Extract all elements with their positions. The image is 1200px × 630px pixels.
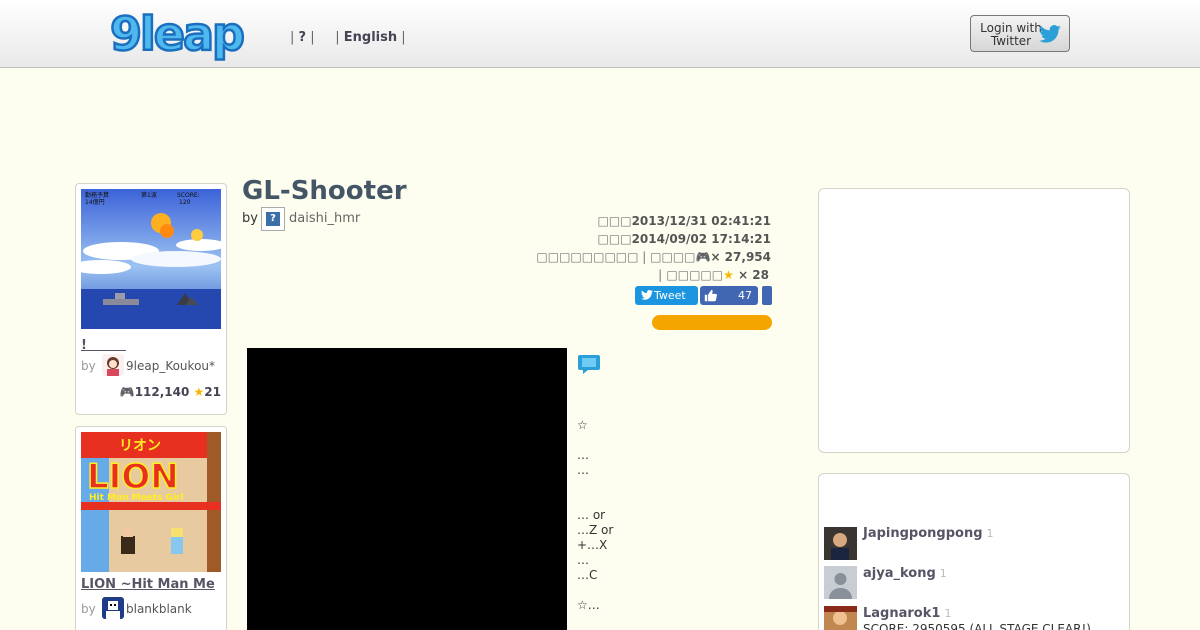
related-game-title-link[interactable]: ! [81,334,126,353]
description-line: …Z or [577,523,614,537]
by-label: by [81,359,96,373]
stat-sep: | [638,250,651,264]
nav-sep: | | [306,30,344,45]
description-line: … [577,553,589,567]
play-count: 112,140 [134,385,190,399]
player-score: SCORE: 2950595 (ALL STAGE CLEAR!) [863,622,1091,630]
player-count: 1 [986,527,994,540]
twitter-bird-icon [1039,25,1061,43]
author-name-link[interactable]: 9leap_Koukou* [126,359,215,373]
stat-label: □□□□□ [666,268,724,282]
player-name: ajya_kong [863,566,936,581]
updated-value: 2014/09/02 17:14:21 [631,232,771,246]
thumb-text: LION [87,457,179,497]
player-name-link[interactable]: ajya_kong 1 [863,566,947,581]
girl-avatar-image [102,354,124,376]
question-icon: ? [266,212,280,226]
description-line: … [577,448,589,462]
player-name-link[interactable]: Lagnarok1 1 [863,606,951,621]
gamepad-icon: 🎮 [695,250,711,264]
stat-sep: | [658,268,663,282]
player-name-link[interactable]: Japingpongpong 1 [863,526,994,541]
game-author-link[interactable]: daishi_hmr [289,211,360,226]
player-count: 1 [939,567,947,580]
login-line2: Twitter [990,34,1032,48]
star-count: × 28 [738,268,769,282]
header-nav: | ? | | English | [290,30,406,45]
thumb-text: リオン [119,438,161,454]
game-thumbnail[interactable]: 勤務予算 14億円 第1波 SCORE: 120 [81,189,221,329]
default-user-icon [824,566,857,599]
star-stats: | □□□□□★ × 28 [658,268,769,282]
game-thumbnail[interactable]: リオン LION Hit Man Meets Girl [81,432,221,572]
thumbs-up-icon [704,289,717,302]
thumb-hud: 14億円 [85,198,105,206]
by-label: by [242,211,258,226]
star-icon: ★ [723,268,734,282]
created-date: □□□2013/12/31 02:41:21 [598,214,771,228]
related-game-title-link[interactable]: LION ~Hit Man Me [81,577,215,592]
star-icon: ★ [193,385,205,399]
game-stats: 🎮112,140 ★21 [120,385,221,399]
login-line1: Login with [980,21,1042,35]
player-count: 1 [944,607,952,620]
updated-label: □□□ [597,232,632,246]
nav-language-link[interactable]: English [344,30,397,45]
site-header: 9leap | ? | | English | Login with Twitte… [0,0,1200,68]
login-label: Login with Twitter [976,22,1046,48]
nav-sep: | [397,30,406,45]
like-count: 47 [738,289,752,302]
player-photo [824,606,857,630]
gamepad-icon: 🎮 [119,385,135,399]
updated-date: □□□2014/09/02 17:14:21 [598,232,771,246]
logo-text: 9leap [110,7,243,61]
login-with-twitter-button[interactable]: Login with Twitter [970,15,1070,52]
tweet-button[interactable]: Tweet [635,286,698,305]
share-button[interactable] [762,286,772,305]
player-photo [824,527,857,560]
by-label: by [81,602,96,616]
thumb-hud: 120 [179,199,191,206]
player-name: Japingpongpong [863,526,983,541]
play-stats: □□□□□□□□□ | □□□□🎮× 27,954 [536,250,771,264]
nav-sep: | [290,30,299,45]
tweet-label: Tweet [654,289,686,302]
description-line: ☆… [577,598,600,612]
player-name: Lagnarok1 [863,606,941,621]
ad-panel [818,188,1130,453]
lion-thumbnail-image: リオン LION Hit Man Meets Girl [81,432,221,572]
related-game-card[interactable]: リオン LION Hit Man Meets Girl LION ~Hit Ma… [75,426,227,630]
pixel-avatar-image [102,597,124,619]
avatar[interactable] [102,354,124,376]
thumb-hud: 勤務予算 [85,191,109,199]
nav-help-link[interactable]: ? [299,30,307,45]
star-count: 21 [204,385,221,399]
play-count: × 27,954 [710,250,771,264]
game-canvas[interactable] [247,348,567,630]
twitter-bird-icon [641,290,653,300]
stat-label: □□□□ [650,250,696,264]
created-label: □□□ [597,214,632,228]
created-value: 2013/12/31 02:41:21 [631,214,771,228]
play-action-button[interactable] [652,315,772,330]
thumb-hud: 第1波 [141,191,157,199]
game-title: GL-Shooter [242,176,407,206]
description-line: +…X [577,538,608,552]
thumb-hud: SCORE: [177,192,200,199]
avatar[interactable] [102,597,124,619]
description-line: ☆ [577,418,588,432]
description-line: … [577,463,589,477]
description-line: … or [577,508,606,522]
facebook-like-button[interactable]: 47 [700,286,758,305]
speech-bubble-icon[interactable] [577,352,601,376]
site-logo[interactable]: 9leap [108,6,260,62]
related-game-card[interactable]: 勤務予算 14億円 第1波 SCORE: 120 ! by 9leap_Kouk… [75,183,227,415]
shooter-thumbnail-image: 勤務予算 14億円 第1波 SCORE: 120 [81,189,221,329]
stat-label: □□□□□□□□□ [536,250,639,264]
description-line: …C [577,568,598,582]
author-name-link[interactable]: blankblank [126,602,192,616]
thumb-text: Hit Man Meets Girl [89,493,184,503]
author-avatar[interactable]: ? [261,207,285,231]
